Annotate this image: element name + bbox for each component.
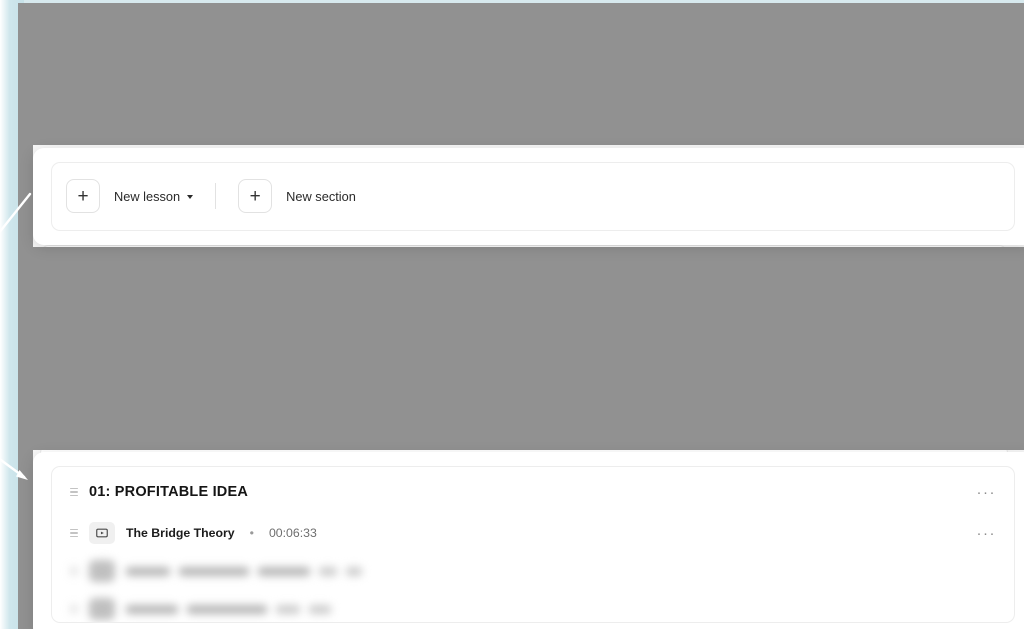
new-section-button[interactable]: New section — [286, 189, 356, 204]
main-nav: Site Products Community Email Audience S… — [296, 13, 756, 38]
nav-item-products-label: Products — [362, 18, 418, 33]
builder-toolbar-highlight: + New lesson + New section — [52, 163, 1014, 229]
add-section-plus-icon[interactable]: + — [238, 179, 273, 213]
lesson-title-redacted — [115, 347, 320, 357]
new-lesson-button[interactable]: New lesson — [114, 188, 194, 204]
new-lesson-label: New lesson — [106, 388, 173, 404]
breadcrumb-item-course[interactable]: Course — [115, 63, 152, 75]
section-header-welcome: WELCOME ··· — [59, 262, 989, 295]
drag-handle-icon[interactable] — [59, 268, 67, 278]
page-root: podia Site Products Community Email Audi… — [0, 0, 1024, 629]
chevron-down-icon — [586, 24, 593, 28]
drag-handle-icon[interactable] — [59, 309, 67, 319]
lesson-title-redacted — [126, 604, 331, 614]
top-nav-actions: Upgrade — [865, 11, 1014, 40]
top-navigation-bar: podia Site Products Community Email Audi… — [18, 3, 1024, 49]
lesson-row[interactable]: The Bridge Theory • 00:06:33 ··· — [70, 514, 996, 552]
tab-details[interactable]: Details — [123, 113, 162, 139]
nav-item-audience-label: Audience — [616, 18, 669, 33]
lesson-title-redacted — [115, 309, 371, 319]
chevron-down-icon — [673, 24, 680, 28]
spotlight-section-inner: 01: PROFITABLE IDEA ··· The Bridge Theor… — [51, 466, 1015, 623]
lesson-row[interactable] — [59, 333, 989, 371]
lesson-thumbnail — [78, 341, 104, 363]
lesson-thumbnail — [89, 560, 115, 582]
lesson-separator: • — [249, 526, 254, 540]
nav-item-audience[interactable]: Audience — [607, 14, 690, 38]
breadcrumb-item-edit: Edit — [167, 63, 188, 75]
nav-item-site-label: Site — [306, 18, 328, 33]
drag-handle-icon[interactable] — [70, 566, 78, 576]
new-lesson-label: New lesson — [114, 188, 181, 204]
page-title: Course Builders (Demo) — [54, 80, 265, 101]
lesson-duration: 00:06:33 — [268, 526, 317, 540]
lesson-thumbnail — [78, 303, 104, 325]
chevron-down-icon — [422, 24, 429, 28]
nav-item-products[interactable]: Products — [352, 13, 439, 38]
lesson-row[interactable] — [59, 295, 989, 333]
lesson-row[interactable] — [70, 590, 996, 622]
nav-item-community-label: Community — [452, 18, 516, 33]
more-options-button[interactable]: ··· — [805, 100, 844, 133]
nav-item-email[interactable]: Email — [540, 14, 602, 38]
podia-logo[interactable]: podia — [54, 16, 105, 36]
tab-availability[interactable]: Availability — [235, 113, 295, 139]
section-title-profitable-idea: 01: PROFITABLE IDEA — [89, 484, 249, 500]
section-card-welcome: WELCOME ··· + New lesson — [40, 245, 1008, 430]
nav-item-community[interactable]: Community — [442, 14, 536, 38]
nav-item-email-label: Email — [550, 18, 582, 33]
publish-button[interactable]: Publish — [927, 101, 1014, 132]
breadcrumb-separator: / — [158, 63, 162, 75]
question-circle-icon[interactable] — [992, 15, 1014, 37]
add-lesson-plus-icon[interactable]: + — [59, 379, 93, 413]
chevron-down-icon — [179, 394, 186, 399]
page-header-actions: ··· Done Publish — [805, 100, 1014, 133]
tab-lessons[interactable]: Lessons — [54, 113, 106, 139]
drag-handle-icon[interactable] — [70, 487, 78, 497]
toolbar-divider — [215, 183, 217, 209]
new-section-label: New section — [286, 188, 356, 204]
chevron-down-icon — [520, 24, 527, 28]
nav-item-sales-label: Sales — [703, 18, 735, 33]
video-icon — [89, 522, 115, 544]
breadcrumb: Products / Course / Edit — [54, 63, 1014, 75]
add-lesson-plus-icon[interactable]: + — [66, 179, 100, 213]
lesson-row[interactable] — [70, 552, 996, 590]
nav-item-sales[interactable]: Sales — [694, 14, 756, 38]
tab-pricing[interactable]: Pricing — [179, 113, 218, 139]
done-button[interactable]: Done — [852, 100, 919, 133]
chevron-down-icon — [332, 24, 339, 28]
new-lesson-button[interactable]: New lesson — [106, 388, 186, 404]
breadcrumb-item-products[interactable]: Products — [54, 63, 99, 75]
chevron-down-icon — [739, 24, 746, 28]
spotlight-toolbar-card: + New lesson + New section — [33, 148, 1024, 245]
spotlight-section-card: 01: PROFITABLE IDEA ··· The Bridge Theor… — [33, 452, 1024, 629]
section-title-welcome: WELCOME — [78, 265, 156, 281]
section-menu-button[interactable]: ··· — [970, 266, 990, 281]
lesson-title-redacted — [126, 566, 362, 576]
section-menu-button[interactable]: ··· — [977, 485, 997, 500]
upgrade-button[interactable]: Upgrade — [865, 11, 948, 40]
drag-handle-icon[interactable] — [70, 528, 78, 538]
breadcrumb-separator: / — [105, 63, 109, 75]
page-header: Products / Course / Edit Course Builders… — [18, 49, 1024, 139]
chat-bubble-icon[interactable] — [959, 15, 981, 37]
drag-handle-icon[interactable] — [59, 347, 67, 357]
chevron-down-icon — [187, 194, 194, 199]
lesson-menu-button[interactable]: ··· — [977, 526, 997, 541]
lesson-title: The Bridge Theory — [126, 526, 235, 540]
lesson-thumbnail — [89, 598, 115, 620]
drag-handle-icon[interactable] — [70, 604, 78, 614]
nav-item-site[interactable]: Site — [296, 14, 349, 38]
section-header-profitable-idea: 01: PROFITABLE IDEA ··· — [70, 481, 996, 514]
spotlight-toolbar-inner: + New lesson + New section — [51, 162, 1015, 231]
section-add-lesson-welcome: + New lesson — [59, 371, 989, 413]
